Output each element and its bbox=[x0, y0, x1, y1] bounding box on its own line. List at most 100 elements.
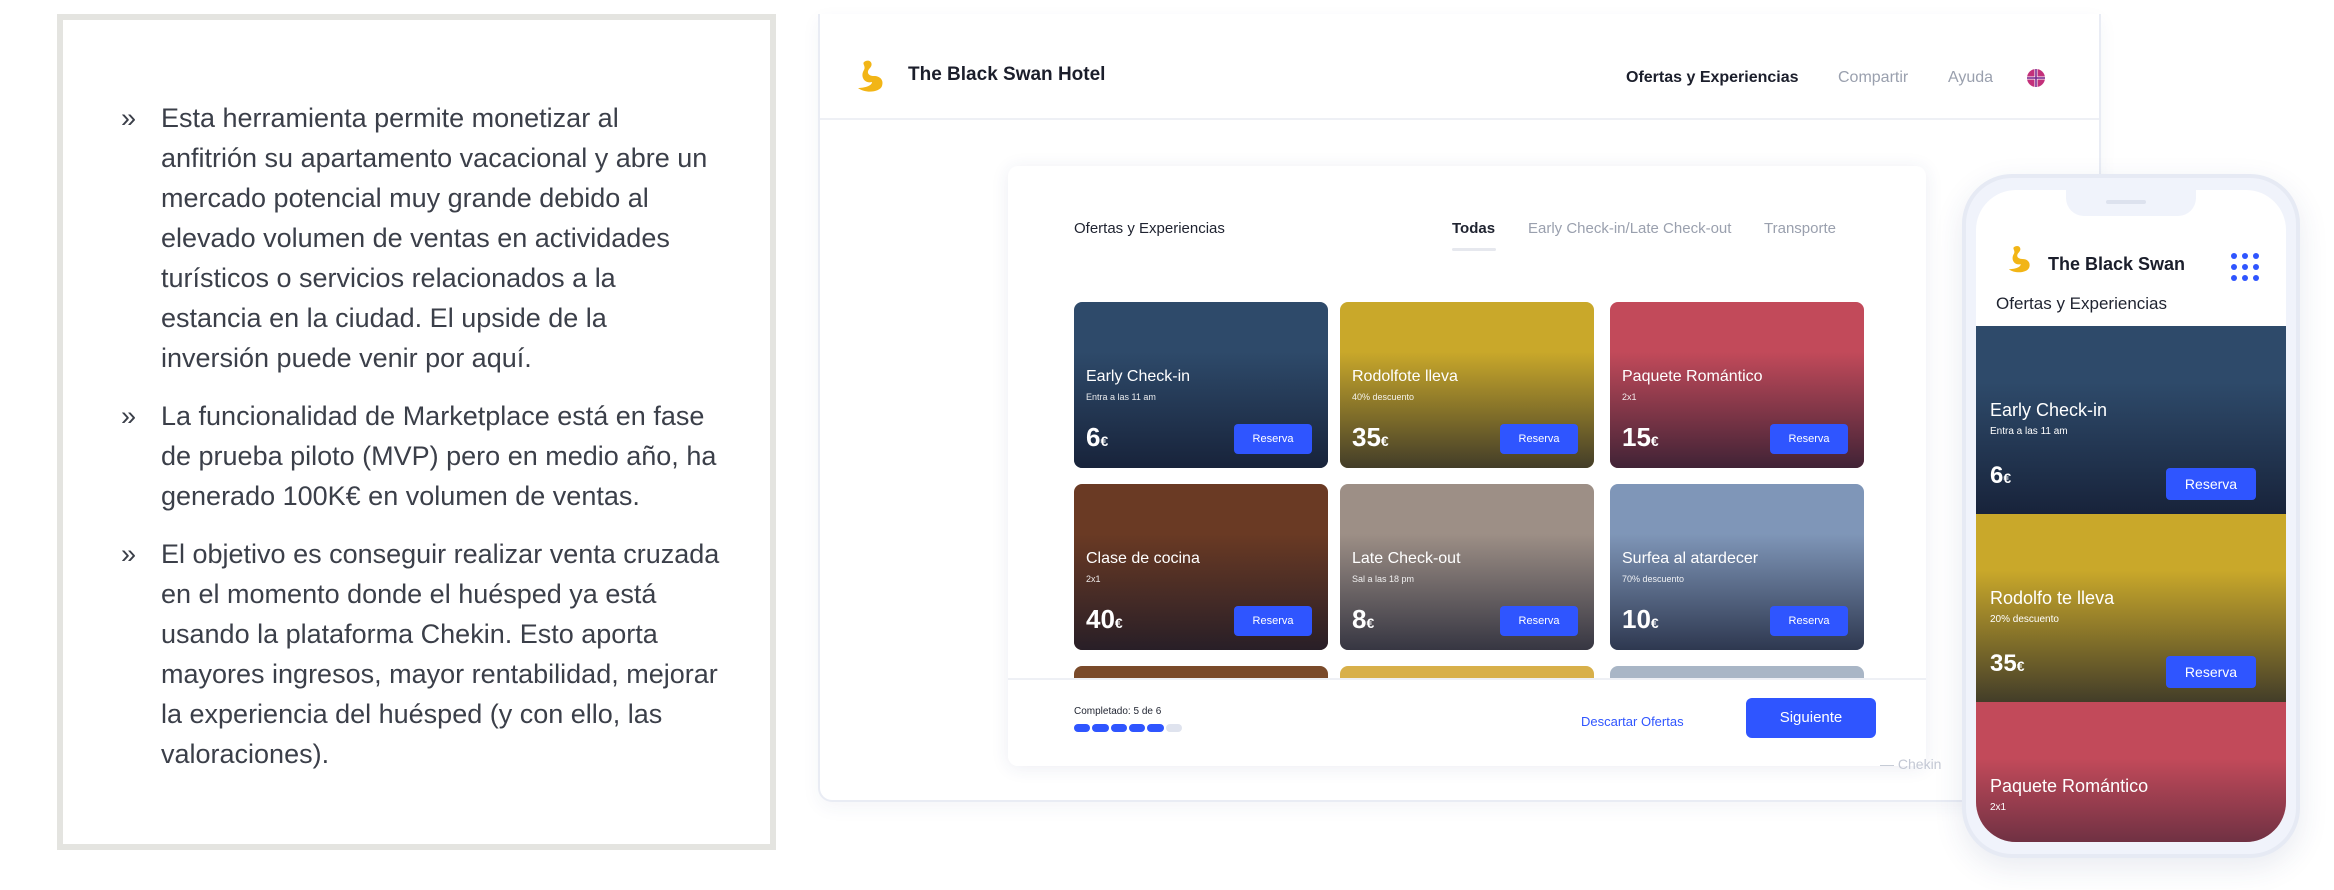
offer-price-value: 35 bbox=[1990, 650, 2017, 677]
phone-mockup: The Black Swan Ofertas y Experiencias Ea… bbox=[1962, 174, 2300, 858]
offer-subtitle: 70% descuento bbox=[1622, 574, 1685, 584]
bullet-item: » Esta herramienta permite monetizar al a… bbox=[121, 98, 721, 378]
tab-transport[interactable]: Transporte bbox=[1764, 220, 1836, 237]
offer-title: Rodolfo te lleva bbox=[1990, 588, 2115, 608]
powered-by-logo: — Chekin bbox=[1880, 756, 1942, 772]
site-header: The Black Swan Hotel Ofertas y Experienc… bbox=[820, 14, 2099, 120]
tab-underline bbox=[1452, 248, 1496, 251]
offer-subtitle: 2x1 bbox=[1086, 574, 1101, 584]
nav-share-link[interactable]: Compartir bbox=[1838, 69, 1908, 87]
offer-title: Rodolfote lleva bbox=[1352, 368, 1458, 385]
offer-currency: € bbox=[1650, 615, 1659, 631]
progress-segment bbox=[1092, 724, 1109, 732]
bullet-marker: » bbox=[121, 103, 137, 133]
desktop-mockup: The Black Swan Hotel Ofertas y Experienc… bbox=[818, 14, 2101, 802]
phone-screen: The Black Swan Ofertas y Experiencias Ea… bbox=[1976, 190, 2286, 842]
tab-checkin[interactable]: Early Check-in/Late Check-out bbox=[1528, 220, 1731, 237]
offer-price: 8€ bbox=[1352, 604, 1374, 635]
progress-segment bbox=[1147, 724, 1164, 732]
offer-price-value: 8 bbox=[1352, 604, 1367, 634]
progress-segment bbox=[1165, 724, 1182, 732]
offer-price-value: 6 bbox=[1990, 462, 2004, 489]
progress-label: Completado: 5 de 6 bbox=[1074, 706, 1162, 717]
offer-title: Early Check-in bbox=[1086, 368, 1191, 385]
offer-tile[interactable]: Rodolfote lleva 40% descuento 35€ Reserv… bbox=[1340, 302, 1594, 468]
bullet-item: » El objetivo es conseguir realizar venta… bbox=[121, 534, 721, 774]
offer-price-value: 15 bbox=[1622, 422, 1651, 452]
offer-currency: € bbox=[1100, 433, 1109, 449]
offer-shade bbox=[1976, 702, 2286, 842]
offer-tile[interactable]: Early Check-in Entra a las 11 am 6€ Rese… bbox=[1074, 302, 1328, 468]
offer-currency: € bbox=[2016, 658, 2025, 674]
offer-price: 6€ bbox=[1990, 462, 2011, 490]
offer-title: Paquete Romántico bbox=[1990, 776, 2149, 796]
offer-price: 35€ bbox=[1990, 650, 2025, 678]
offer-title: Clase de cocina bbox=[1086, 550, 1200, 567]
offer-price: 10€ bbox=[1622, 604, 1659, 635]
offer-subtitle: Sal a las 18 pm bbox=[1352, 574, 1415, 584]
reserve-button[interactable]: Reserva bbox=[1234, 606, 1312, 636]
phone-offer-tile[interactable]: Early Check-in Entra a las 11 am 6€ Rese… bbox=[1976, 326, 2286, 514]
phone-hotel-name: The Black Swan bbox=[2048, 254, 2186, 274]
offer-currency: € bbox=[1114, 615, 1123, 631]
discard-offers-link[interactable]: Descartar Ofertas bbox=[1581, 714, 1684, 729]
offer-title: Early Check-in bbox=[1990, 400, 2108, 420]
offer-currency: € bbox=[1366, 615, 1375, 631]
offer-tile[interactable]: Surfea al atardecer 70% descuento 10€ Re… bbox=[1610, 484, 1864, 650]
reserve-button[interactable]: Reserva bbox=[1234, 424, 1312, 454]
phone-subtitle: Ofertas y Experiencias bbox=[1996, 294, 2168, 313]
grid-menu-icon[interactable] bbox=[2230, 252, 2260, 282]
nav-help-link[interactable]: Ayuda bbox=[1948, 69, 1993, 87]
bullet-text: Esta herramienta permite monetizar al an… bbox=[161, 103, 708, 373]
offer-currency: € bbox=[1650, 433, 1659, 449]
reserve-button[interactable]: Reserva bbox=[2166, 468, 2256, 500]
offer-currency: € bbox=[2003, 470, 2012, 486]
offer-price-value: 40 bbox=[1086, 604, 1115, 634]
offer-price: 6€ bbox=[1086, 422, 1108, 453]
phone-notch bbox=[2066, 190, 2196, 216]
swan-logo-icon bbox=[2008, 245, 2030, 273]
hotel-name: The Black Swan Hotel bbox=[908, 64, 1106, 85]
offer-subtitle: 20% descuento bbox=[1990, 614, 2059, 625]
bullet-marker: » bbox=[121, 539, 137, 569]
reserve-button[interactable]: Reserva bbox=[2166, 656, 2256, 688]
tab-all[interactable]: Todas bbox=[1452, 220, 1495, 237]
offer-title: Late Check-out bbox=[1352, 550, 1461, 567]
bullet-item: » La funcionalidad de Marketplace está en… bbox=[121, 396, 721, 516]
bullet-list: » Esta herramienta permite monetizar al a… bbox=[121, 98, 721, 792]
reserve-button[interactable]: Reserva bbox=[1770, 606, 1848, 636]
offer-price: 15€ bbox=[1622, 422, 1659, 453]
phone-offer-tile[interactable]: Paquete Romántico 2x1 bbox=[1976, 702, 2286, 842]
offer-subtitle: Entra a las 11 am bbox=[1990, 426, 2068, 437]
text-panel: » Esta herramienta permite monetizar al a… bbox=[57, 14, 776, 850]
offers-card: Ofertas y Experiencias Todas Early Check… bbox=[1008, 166, 1926, 766]
offer-currency: € bbox=[1380, 433, 1389, 449]
offer-subtitle: 2x1 bbox=[1622, 392, 1637, 402]
offer-tile[interactable]: Paquete Romántico 2x1 15€ Reserva bbox=[1610, 302, 1864, 468]
offer-title: Surfea al atardecer bbox=[1622, 550, 1759, 567]
bullet-text: La funcionalidad de Marketplace está en … bbox=[161, 401, 717, 511]
offer-subtitle: 40% descuento bbox=[1352, 392, 1415, 402]
reserve-button[interactable]: Reserva bbox=[1500, 606, 1578, 636]
offer-subtitle: 2x1 bbox=[1990, 802, 2007, 813]
progress-segment bbox=[1129, 724, 1146, 732]
notch-speaker bbox=[2106, 200, 2146, 204]
nav-offers-link[interactable]: Ofertas y Experiencias bbox=[1626, 69, 1799, 87]
card-footer: Completado: 5 de 6 Descartar Ofertas Sig… bbox=[1008, 678, 1926, 766]
offer-price: 35€ bbox=[1352, 422, 1389, 453]
phone-offer-tile[interactable]: Rodolfo te lleva 20% descuento 35€ Reser… bbox=[1976, 514, 2286, 702]
bullet-marker: » bbox=[121, 401, 137, 431]
reserve-button[interactable]: Reserva bbox=[1770, 424, 1848, 454]
swan-logo-icon bbox=[858, 60, 883, 92]
offer-tile[interactable]: Late Check-out Sal a las 18 pm 8€ Reserv… bbox=[1340, 484, 1594, 650]
next-button[interactable]: Siguiente bbox=[1746, 698, 1876, 738]
language-flag-icon[interactable] bbox=[2026, 68, 2046, 88]
powered-by-brand: Chekin bbox=[1897, 756, 1942, 772]
progress-bar bbox=[1074, 724, 1184, 732]
progress-segment bbox=[1074, 724, 1091, 732]
reserve-button[interactable]: Reserva bbox=[1500, 424, 1578, 454]
offers-title: Ofertas y Experiencias bbox=[1074, 220, 1225, 237]
offer-price: 40€ bbox=[1086, 604, 1123, 635]
offer-tile[interactable]: Clase de cocina 2x1 40€ Reserva bbox=[1074, 484, 1328, 650]
bullet-text: El objetivo es conseguir realizar venta … bbox=[161, 539, 720, 769]
